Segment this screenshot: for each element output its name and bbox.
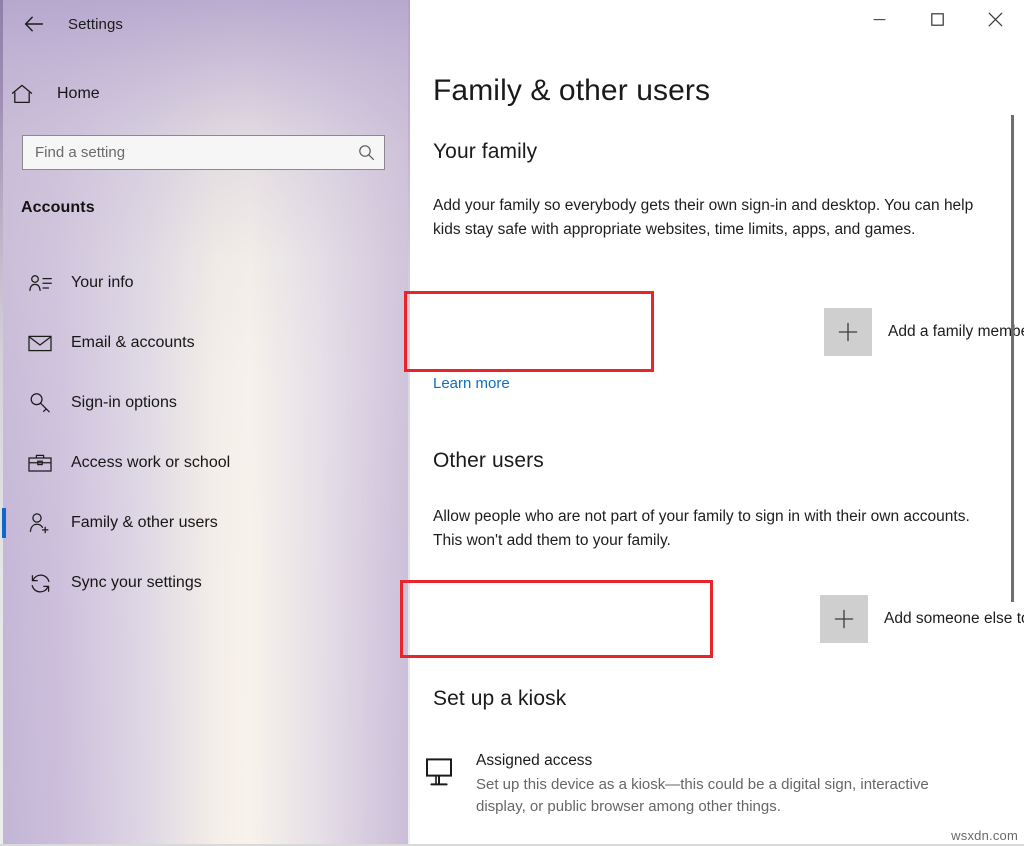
- sidebar-item-label: Family & other users: [71, 514, 218, 532]
- sidebar-item-email-accounts[interactable]: Email & accounts: [0, 323, 396, 363]
- sidebar-item-home-label: Home: [57, 85, 100, 103]
- app-title: Settings: [68, 16, 123, 33]
- sidebar-item-label: Access work or school: [71, 454, 230, 472]
- user-info-icon: [29, 274, 52, 293]
- monitor-icon: [423, 756, 455, 788]
- minimize-button[interactable]: [850, 0, 908, 38]
- home-icon-wrap: [0, 84, 44, 104]
- search-icon-wrap[interactable]: [348, 136, 384, 169]
- sync-icon: [29, 573, 52, 594]
- scrollbar-thumb[interactable]: [1011, 115, 1014, 602]
- window-controls: [850, 0, 1024, 38]
- section-description-your-family: Add your family so everybody gets their …: [433, 194, 989, 241]
- sidebar-item-label: Email & accounts: [71, 334, 195, 352]
- key-icon-wrap: [18, 392, 62, 414]
- sidebar: Settings Home Accounts: [0, 0, 410, 846]
- sidebar-item-label: Sync your settings: [71, 574, 202, 592]
- selection-indicator: [2, 508, 6, 538]
- page-title: Family & other users: [433, 74, 710, 108]
- search-box[interactable]: [22, 135, 385, 170]
- sidebar-item-access-work-or-school[interactable]: Access work or school: [0, 443, 396, 483]
- back-button[interactable]: [11, 4, 57, 44]
- learn-more-link[interactable]: Learn more: [433, 375, 510, 392]
- monitor-icon-wrap: [416, 752, 462, 818]
- envelope-icon-wrap: [18, 334, 62, 352]
- close-button[interactable]: [966, 0, 1024, 38]
- add-someone-else-to-this-pc-label: Add someone else to this PC: [884, 610, 1024, 628]
- plus-icon: [834, 609, 854, 629]
- envelope-icon: [28, 334, 52, 352]
- search-icon: [358, 144, 375, 161]
- user-plus-icon-wrap: [18, 512, 62, 534]
- sync-icon-wrap: [18, 573, 62, 594]
- assigned-access-description: Set up this device as a kiosk—this could…: [476, 774, 976, 818]
- main-content-area: Family & other users Your family Add you…: [410, 0, 1024, 846]
- assigned-access-text: Assigned access Set up this device as a …: [476, 752, 976, 818]
- user-info-icon-wrap: [18, 274, 62, 293]
- key-icon: [29, 392, 52, 414]
- sidebar-item-sign-in-options[interactable]: Sign-in options: [0, 383, 396, 423]
- add-a-family-member-button[interactable]: Add a family member: [824, 308, 1024, 356]
- sidebar-item-home[interactable]: Home: [0, 76, 390, 112]
- briefcase-icon-wrap: [18, 453, 62, 473]
- section-heading-your-family: Your family: [433, 140, 537, 164]
- section-heading-set-up-a-kiosk: Set up a kiosk: [433, 687, 566, 711]
- plus-icon: [838, 322, 858, 342]
- sidebar-item-family-other-users[interactable]: Family & other users: [0, 503, 396, 543]
- sidebar-group-header: Accounts: [21, 199, 95, 217]
- title-bar: Settings: [0, 0, 410, 48]
- section-description-other-users: Allow people who are not part of your fa…: [433, 505, 989, 552]
- watermark: wsxdn.com: [951, 828, 1018, 843]
- maximize-icon: [931, 13, 944, 26]
- assigned-access-title: Assigned access: [476, 752, 976, 770]
- sidebar-nav-list: Your info Email & accounts: [0, 263, 396, 623]
- section-heading-other-users: Other users: [433, 449, 544, 473]
- sidebar-item-your-info[interactable]: Your info: [0, 263, 396, 303]
- add-someone-else-to-this-pc-button[interactable]: Add someone else to this PC: [820, 595, 1024, 643]
- minimize-icon: [873, 14, 886, 25]
- add-a-family-member-label: Add a family member: [888, 323, 1024, 341]
- close-icon: [988, 12, 1003, 27]
- plus-box: [820, 595, 868, 643]
- maximize-button[interactable]: [908, 0, 966, 38]
- sidebar-item-label: Your info: [71, 274, 134, 292]
- assigned-access-item[interactable]: Assigned access Set up this device as a …: [416, 752, 976, 818]
- home-icon: [11, 84, 33, 104]
- settings-window: Settings Home Accounts: [0, 0, 1024, 846]
- search-input[interactable]: [23, 136, 348, 169]
- back-arrow-icon: [24, 16, 44, 32]
- sidebar-item-sync-your-settings[interactable]: Sync your settings: [0, 563, 396, 603]
- user-plus-icon: [28, 512, 52, 534]
- sidebar-item-label: Sign-in options: [71, 394, 177, 412]
- briefcase-icon: [28, 453, 52, 473]
- plus-box: [824, 308, 872, 356]
